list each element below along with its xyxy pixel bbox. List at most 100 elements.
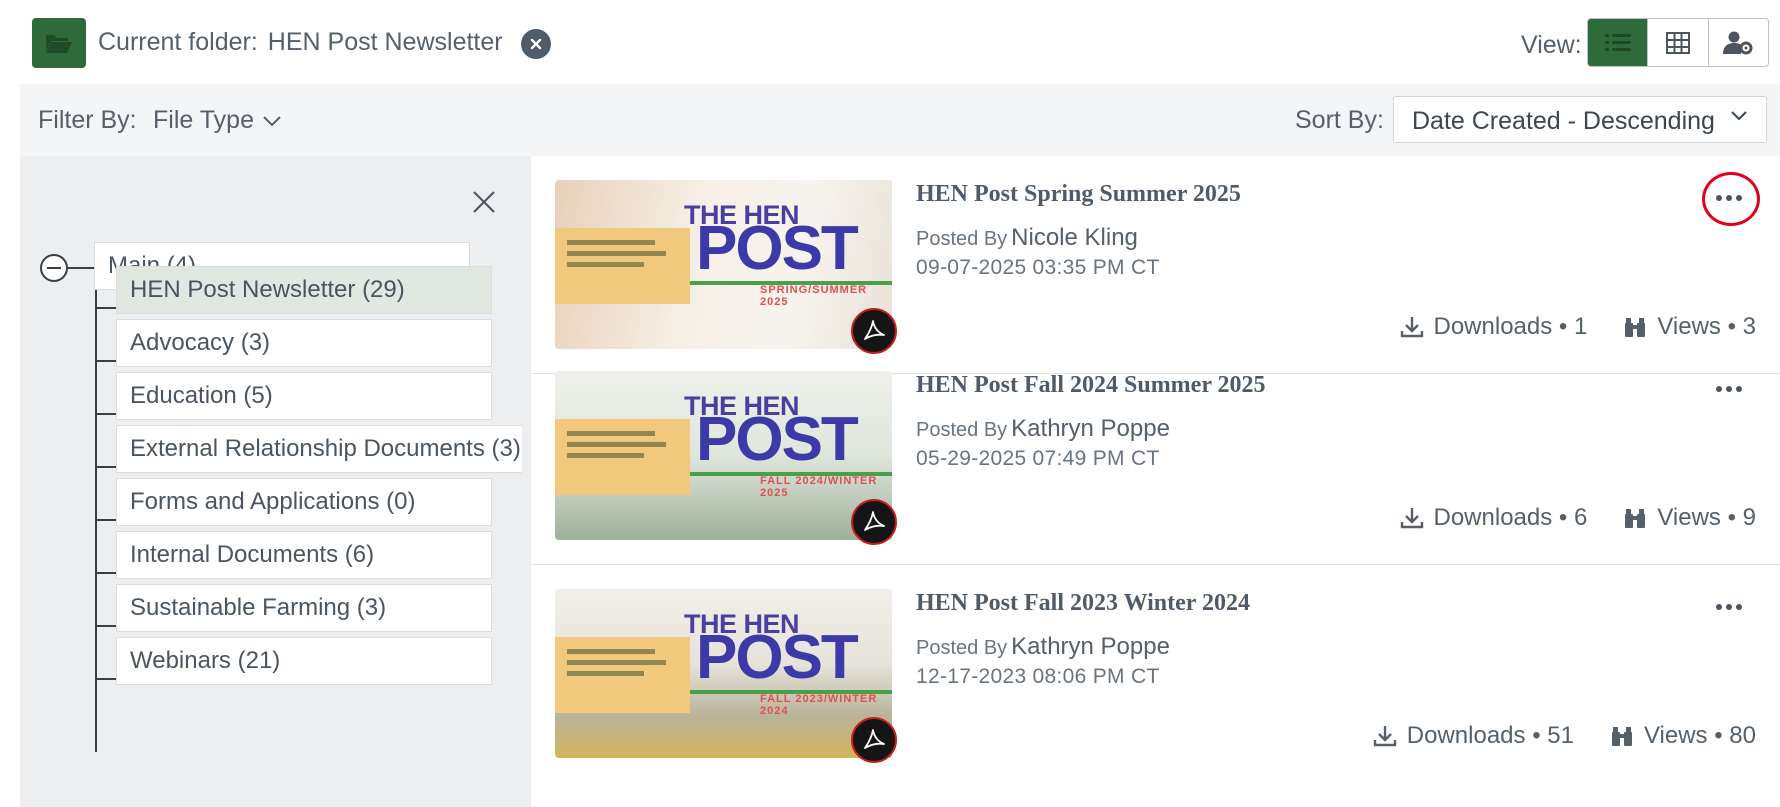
downloads-count: Downloads • 1 [1433,313,1588,340]
close-panel-icon[interactable] [470,188,498,216]
binoculars-icon [1625,509,1646,528]
thumbnail-title-large: POST [696,214,859,283]
tree-connector [95,519,117,521]
thumbnail-logo-text [567,240,677,273]
folder-prefix: Current folder: [98,28,258,56]
file-title-link[interactable]: HEN Post Fall 2024 Summer 2025 [916,372,1266,399]
thumbnail-logo-text [567,431,677,464]
downloads-stat: Downloads • 6 [1400,504,1588,532]
tree-node-advocacy[interactable]: Advocacy (3) [116,319,492,367]
toolbar: Current folder: HEN Post Newsletter View: [0,0,1780,82]
thumbnail-season: FALL 2023/WINTER 2024 [760,693,878,717]
user-gear-icon [1723,31,1753,54]
file-stats: Downloads • 6 Views • 9 [1400,504,1756,532]
download-icon [1400,508,1423,529]
current-folder-label: Current folder: HEN Post Newsletter [98,28,503,57]
views-stat: Views • 3 [1623,313,1756,341]
collapse-toggle-icon[interactable] [40,254,68,282]
tree-connector [95,678,117,680]
grid-icon [1665,31,1690,54]
tree-node-internal-documents[interactable]: Internal Documents (6) [116,531,492,579]
posted-by-label: Posted By [916,228,1008,250]
sort-label: Sort By: [1295,106,1384,134]
tree-node-forms-and-applications[interactable]: Forms and Applications (0) [116,478,492,526]
tree-node-webinars[interactable]: Webinars (21) [116,637,492,685]
file-list-item: THE HEN POST SPRING/SUMMER 2025 HEN Post… [531,156,1780,374]
folder-open-icon [46,35,72,53]
pdf-file-icon [851,717,897,763]
acrobat-icon [864,729,885,749]
file-stats: Downloads • 1 Views • 3 [1400,313,1756,341]
list-view-button[interactable] [1588,19,1649,66]
download-icon [1400,317,1423,338]
pdf-file-icon [851,499,897,545]
posted-by: Posted By Kathryn Poppe [916,415,1170,443]
chevron-down-icon [263,115,281,126]
sort-select[interactable]: Date Created - Descending [1393,96,1767,143]
downloads-stat: Downloads • 51 [1373,722,1574,750]
tree-node-external-relationship-documents[interactable]: External Relationship Documents (3) [116,425,522,473]
tree-connector [68,267,94,269]
views-stat: Views • 9 [1623,504,1756,532]
more-options-button[interactable] [1702,172,1760,226]
sort-value: Date Created - Descending [1412,107,1715,135]
tree-connector [95,413,117,415]
posted-by: Posted By Kathryn Poppe [916,633,1170,661]
chevron-down-icon [1731,111,1747,121]
thumbnail-title-large: POST [696,623,859,692]
thumbnail-season: FALL 2024/WINTER 2025 [760,475,878,499]
file-thumbnail[interactable]: THE HEN POST FALL 2023/WINTER 2024 [555,589,892,758]
acrobat-icon [864,320,885,340]
downloads-stat: Downloads • 1 [1400,313,1588,341]
file-date: 09-07-2025 03:35 PM CT [916,256,1160,279]
view-label: View: [1521,31,1582,59]
binoculars-icon [1611,727,1632,746]
thumbnail-season: SPRING/SUMMER 2025 [760,284,868,308]
views-stat: Views • 80 [1610,722,1756,750]
thumbnail-title-large: POST [696,405,859,474]
tree-connector [95,572,117,574]
posted-by-label: Posted By [916,419,1008,441]
list-icon [1604,33,1631,51]
filter-label: Filter By: [38,106,137,134]
file-thumbnail[interactable]: THE HEN POST FALL 2024/WINTER 2025 [555,371,892,540]
file-title-link[interactable]: HEN Post Fall 2023 Winter 2024 [916,590,1250,617]
close-icon [530,38,542,50]
tree-connector [95,307,117,309]
file-list-item: THE HEN POST FALL 2024/WINTER 2025 HEN P… [531,347,1780,565]
folder-tree-panel: Main (4) HEN Post Newsletter (29) Advoca… [20,156,531,807]
file-type-label: File Type [153,106,254,134]
author-name: Kathryn Poppe [1011,415,1170,442]
tree-connector [95,466,117,468]
download-icon [1373,726,1396,747]
posted-by: Posted By Nicole Kling [916,224,1138,252]
folder-name: HEN Post Newsletter [267,28,503,56]
tree-connector [95,360,117,362]
views-count: Views • 9 [1657,504,1756,531]
tree-node-education[interactable]: Education (5) [116,372,492,420]
view-toggle-group [1587,18,1769,67]
tree-connector [95,625,117,627]
posted-by-label: Posted By [916,637,1008,659]
file-list-item: THE HEN POST FALL 2023/WINTER 2024 HEN P… [531,565,1780,783]
grid-view-button[interactable] [1648,19,1709,66]
file-thumbnail[interactable]: THE HEN POST SPRING/SUMMER 2025 [555,180,892,349]
tree-node-hen-post-newsletter[interactable]: HEN Post Newsletter (29) [116,266,492,314]
views-count: Views • 80 [1643,722,1756,749]
folder-button[interactable] [32,18,86,68]
downloads-count: Downloads • 51 [1406,722,1574,749]
binoculars-icon [1625,318,1646,337]
tree-node-sustainable-farming[interactable]: Sustainable Farming (3) [116,584,492,632]
more-options-button[interactable] [1704,371,1754,407]
file-title-link[interactable]: HEN Post Spring Summer 2025 [916,181,1241,208]
more-options-button[interactable] [1704,589,1754,625]
acrobat-icon [864,511,885,531]
file-date: 05-29-2025 07:49 PM CT [916,447,1160,470]
clear-folder-button[interactable] [521,29,551,59]
file-type-dropdown[interactable]: File Type [153,106,282,135]
author-name: Nicole Kling [1011,224,1138,251]
downloads-count: Downloads • 6 [1433,504,1588,531]
file-stats: Downloads • 51 Views • 80 [1373,722,1756,750]
user-settings-view-button[interactable] [1708,19,1768,66]
views-count: Views • 3 [1657,313,1756,340]
